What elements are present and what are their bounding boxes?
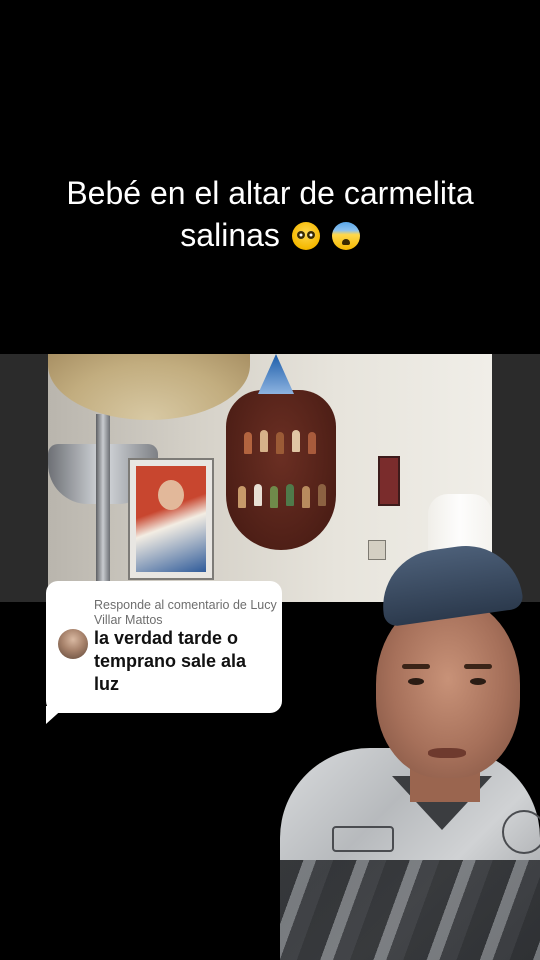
statue — [260, 430, 268, 452]
flushed-face-icon — [291, 222, 320, 250]
reply-comment-text: la verdad tarde o temprano sale ala luz — [94, 628, 247, 694]
shirt-pattern — [280, 860, 540, 960]
statue — [276, 432, 284, 454]
shirt-sponsor-logo — [332, 826, 394, 852]
statue — [244, 432, 252, 454]
statue — [286, 484, 294, 506]
virgin-statue — [258, 354, 294, 394]
caption-line-1: Bebé en el altar de carmelita — [66, 175, 474, 211]
statue — [318, 484, 326, 506]
altar-shelf — [226, 390, 336, 550]
reply-bubble-tail — [46, 706, 66, 724]
portrait-photo — [128, 458, 214, 580]
commenter-avatar — [58, 629, 88, 659]
background-band-left — [0, 354, 48, 602]
caption-line-2-text: salinas — [180, 217, 280, 253]
statue — [238, 486, 246, 508]
statue — [302, 486, 310, 508]
fearful-face-icon — [331, 222, 360, 250]
shirt-crest — [502, 810, 540, 854]
baseball-cap — [375, 540, 525, 628]
lampshade — [48, 354, 250, 420]
creator-webcam-overlay — [280, 540, 540, 960]
statue — [308, 432, 316, 454]
reply-header: Responde al comentario de Lucy Villar Ma… — [94, 598, 277, 627]
video-caption: Bebé en el altar de carmelita salinas — [30, 172, 510, 256]
small-religious-frame — [378, 456, 400, 506]
caption-line-2: salinas — [30, 214, 510, 256]
comment-reply-sticker[interactable]: Responde al comentario de Lucy Villar Ma… — [46, 581, 282, 713]
lamp-post — [96, 414, 110, 602]
statue — [254, 484, 262, 506]
statue — [292, 430, 300, 452]
statue — [270, 486, 278, 508]
